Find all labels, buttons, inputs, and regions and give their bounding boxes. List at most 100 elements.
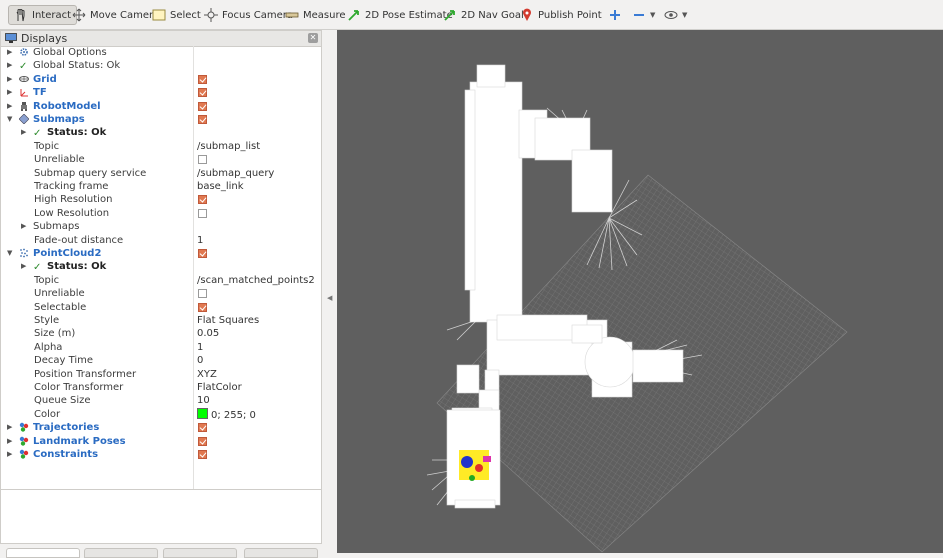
display-row-label: Topic xyxy=(34,274,60,286)
focus-camera-tool-button[interactable]: Focus Camera xyxy=(204,5,293,25)
display-row[interactable]: ▶ Grid xyxy=(1,73,321,86)
displays-panel: Displays ✕ ▶ Global Options ▶ ✓ Global Statu… xyxy=(0,30,322,490)
property-value[interactable]: 0 xyxy=(197,354,203,367)
property-value[interactable]: Flat Squares xyxy=(197,314,259,327)
display-row[interactable]: Unreliable xyxy=(1,287,321,300)
chevron-right-icon[interactable]: ▶ xyxy=(7,100,12,113)
chevron-right-icon[interactable]: ▶ xyxy=(7,46,12,59)
display-enable-checkbox[interactable] xyxy=(198,101,207,111)
property-value[interactable]: FlatColor xyxy=(197,381,242,394)
panel-splitter[interactable]: ◀ xyxy=(322,30,337,553)
nav-goal-tool-button[interactable]: 2D Nav Goal xyxy=(443,5,524,25)
display-enable-checkbox[interactable] xyxy=(198,423,207,433)
property-value[interactable]: /scan_matched_points2 xyxy=(197,274,315,287)
display-row[interactable]: ▶ Global Options xyxy=(1,46,321,59)
display-row[interactable]: Position Transformer XYZ xyxy=(1,368,321,381)
property-value[interactable]: 1 xyxy=(197,234,203,247)
pose-estimate-tool-label: 2D Pose Estimate xyxy=(365,9,453,21)
check-icon: ✓ xyxy=(33,262,42,274)
display-row[interactable]: Alpha 1 xyxy=(1,341,321,354)
property-value[interactable]: XYZ xyxy=(197,368,217,381)
display-row[interactable]: ▶ ✓ Global Status: Ok xyxy=(1,59,321,72)
display-enable-checkbox[interactable] xyxy=(198,436,207,446)
display-enable-checkbox[interactable] xyxy=(198,88,207,98)
bottom-tab[interactable] xyxy=(163,548,237,558)
bottom-tab[interactable] xyxy=(6,548,80,558)
display-enable-checkbox[interactable] xyxy=(198,74,207,84)
remove-tool-button[interactable]: ▼ xyxy=(632,5,655,25)
display-enable-checkbox[interactable] xyxy=(198,302,207,312)
display-row[interactable]: High Resolution xyxy=(1,193,321,206)
property-value-text: 0; 255; 0 xyxy=(211,409,256,421)
display-row-label: High Resolution xyxy=(34,194,113,206)
display-row[interactable]: ▶ ✓ Status: Ok xyxy=(1,260,321,273)
measure-tool-button[interactable]: Measure xyxy=(285,5,346,25)
display-row[interactable]: ▶ Submaps xyxy=(1,220,321,233)
property-value[interactable]: 10 xyxy=(197,394,210,407)
bottom-tab[interactable] xyxy=(84,548,158,558)
display-row[interactable]: ▶ Trajectories xyxy=(1,421,321,434)
property-value[interactable]: /submap_list xyxy=(197,140,260,153)
chevron-down-icon[interactable]: ▼ xyxy=(7,113,12,126)
display-enable-checkbox[interactable] xyxy=(198,208,207,218)
display-row[interactable]: Unreliable xyxy=(1,153,321,166)
display-enable-checkbox[interactable] xyxy=(198,450,207,459)
display-row[interactable]: Decay Time 0 xyxy=(1,354,321,367)
property-value[interactable]: /submap_query xyxy=(197,167,274,180)
display-row[interactable]: Selectable xyxy=(1,301,321,314)
display-row-label: Color xyxy=(34,408,61,420)
display-row[interactable]: Submap query service/submap_query xyxy=(1,167,321,180)
move-camera-tool-label: Move Camera xyxy=(90,9,160,21)
property-value[interactable]: base_link xyxy=(197,180,244,193)
display-row[interactable]: Queue Size 10 xyxy=(1,394,321,407)
chevron-right-icon[interactable]: ▶ xyxy=(7,421,12,434)
display-row[interactable]: Topic/scan_matched_points2 xyxy=(1,274,321,287)
chevron-right-icon[interactable]: ▶ xyxy=(7,59,12,72)
display-enable-checkbox[interactable] xyxy=(198,195,207,205)
display-row-label: Size (m) xyxy=(34,328,76,340)
bottom-tab[interactable] xyxy=(244,548,318,558)
publish-point-tool-label: Publish Point xyxy=(538,9,602,21)
display-row[interactable]: Low Resolution xyxy=(1,207,321,220)
display-row[interactable]: ▼ Submaps xyxy=(1,113,321,126)
display-row[interactable]: Color 0; 255; 0 xyxy=(1,407,321,422)
chevron-right-icon[interactable]: ▶ xyxy=(7,448,12,461)
chevron-right-icon[interactable]: ▶ xyxy=(21,126,26,139)
interact-tool-button[interactable]: Interact xyxy=(8,5,78,25)
property-value[interactable]: 0.05 xyxy=(197,327,219,340)
property-value[interactable]: 0; 255; 0 xyxy=(197,407,256,422)
display-row[interactable]: ▶ Constraints xyxy=(1,448,321,461)
publish-point-tool-button[interactable]: Publish Point xyxy=(520,5,602,25)
render-viewport[interactable] xyxy=(337,30,943,553)
display-enable-checkbox[interactable] xyxy=(198,289,207,299)
display-row[interactable]: Color Transformer FlatColor xyxy=(1,381,321,394)
display-enable-checkbox[interactable] xyxy=(198,249,207,258)
chevron-right-icon[interactable]: ▶ xyxy=(7,86,12,99)
chevron-right-icon[interactable]: ▶ xyxy=(21,260,26,273)
display-row[interactable]: Size (m) 0.05 xyxy=(1,327,321,340)
chevron-down-icon[interactable]: ▼ xyxy=(7,247,12,260)
display-row[interactable]: ▶ ✓ Status: Ok xyxy=(1,126,321,139)
select-tool-button[interactable]: Select xyxy=(152,5,201,25)
display-row[interactable]: ▶ TF xyxy=(1,86,321,99)
add-tool-button[interactable] xyxy=(608,5,622,25)
display-row[interactable]: ▶ Landmark Poses xyxy=(1,435,321,448)
close-icon[interactable]: ✕ xyxy=(308,33,318,43)
displays-panel-title: Displays xyxy=(21,32,68,45)
chevron-right-icon[interactable]: ▶ xyxy=(7,73,12,86)
chevron-right-icon[interactable]: ▶ xyxy=(7,435,12,448)
pose-estimate-tool-button[interactable]: 2D Pose Estimate xyxy=(347,5,453,25)
display-row[interactable]: Topic/submap_list xyxy=(1,140,321,153)
collapse-arrow-icon: ◀ xyxy=(327,294,333,302)
display-row[interactable]: ▶ RobotModel xyxy=(1,100,321,113)
display-enable-checkbox[interactable] xyxy=(198,155,207,165)
view-options-button[interactable]: ▼ xyxy=(664,5,687,25)
display-row[interactable]: Fade-out distance 1 xyxy=(1,234,321,247)
display-row[interactable]: Tracking frame base_link xyxy=(1,180,321,193)
display-enable-checkbox[interactable] xyxy=(198,115,207,124)
property-value[interactable]: 1 xyxy=(197,341,203,354)
chevron-right-icon[interactable]: ▶ xyxy=(21,220,26,233)
display-row[interactable]: ▼ PointCloud2 xyxy=(1,247,321,260)
display-row[interactable]: Style Flat Squares xyxy=(1,314,321,327)
move-camera-tool-button[interactable]: Move Camera xyxy=(72,5,159,25)
